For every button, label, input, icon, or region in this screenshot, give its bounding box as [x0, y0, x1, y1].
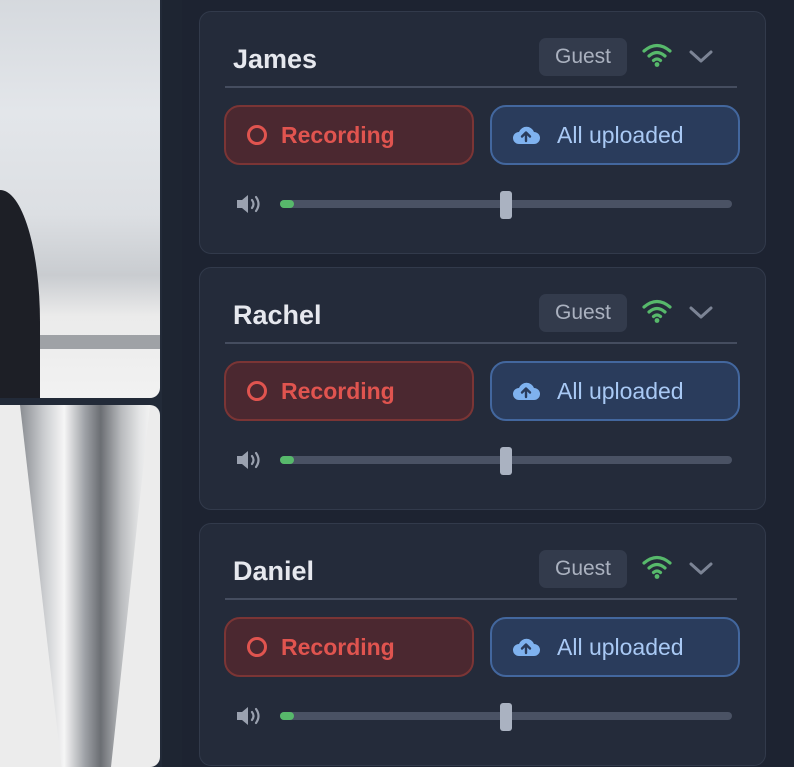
role-badge: Guest: [539, 550, 627, 588]
upload-status-button[interactable]: All uploaded: [490, 105, 740, 165]
chevron-down-icon[interactable]: [687, 302, 715, 322]
participant-name: James: [233, 44, 318, 74]
recording-studio: James Guest Recording All uploaded Rache…: [0, 0, 794, 767]
chevron-down-icon[interactable]: [687, 558, 715, 578]
recording-status-button[interactable]: Recording: [224, 105, 474, 165]
chevron-down-icon[interactable]: [687, 46, 715, 66]
volume-icon[interactable]: [235, 448, 265, 472]
volume-slider[interactable]: [280, 703, 732, 731]
cloud-upload-icon: [513, 126, 540, 144]
participants-panel: James Guest Recording All uploaded Rache…: [182, 0, 794, 767]
panel-divider: [162, 0, 182, 767]
cloud-upload-icon: [513, 638, 540, 656]
volume-slider[interactable]: [280, 447, 732, 475]
video-tile[interactable]: [0, 405, 160, 767]
participant-header: James Guest: [225, 38, 737, 88]
wifi-icon: [642, 555, 672, 579]
participant-header: Daniel Guest: [225, 550, 737, 600]
upload-label: All uploaded: [557, 377, 684, 404]
upload-status-button[interactable]: All uploaded: [490, 617, 740, 677]
video-background: [30, 335, 160, 349]
participant-header: Rachel Guest: [225, 294, 737, 344]
mic-level-meter: [280, 456, 294, 464]
upload-label: All uploaded: [557, 121, 684, 148]
role-badge: Guest: [539, 294, 627, 332]
role-badge: Guest: [539, 38, 627, 76]
mic-level-meter: [280, 200, 294, 208]
participant-name: Daniel: [233, 556, 315, 586]
participant-card: Daniel Guest Recording All uploaded: [199, 523, 766, 766]
volume-slider-handle[interactable]: [500, 447, 512, 475]
record-icon: [247, 381, 267, 401]
recording-status-button[interactable]: Recording: [224, 361, 474, 421]
volume-slider-handle[interactable]: [500, 703, 512, 731]
participant-name: Rachel: [233, 300, 322, 330]
participant-card: Rachel Guest Recording All uploaded: [199, 267, 766, 510]
volume-slider-handle[interactable]: [500, 191, 512, 219]
recording-status-button[interactable]: Recording: [224, 617, 474, 677]
wifi-icon: [642, 299, 672, 323]
wifi-icon: [642, 43, 672, 67]
participant-card: James Guest Recording All uploaded: [199, 11, 766, 254]
video-tile[interactable]: [0, 0, 160, 398]
video-strip: [0, 0, 162, 767]
volume-icon[interactable]: [235, 704, 265, 728]
volume-icon[interactable]: [235, 192, 265, 216]
recording-label: Recording: [281, 121, 395, 148]
recording-label: Recording: [281, 633, 395, 660]
cloud-upload-icon: [513, 382, 540, 400]
recording-label: Recording: [281, 377, 395, 404]
upload-label: All uploaded: [557, 633, 684, 660]
record-icon: [247, 125, 267, 145]
volume-slider[interactable]: [280, 191, 732, 219]
mic-level-meter: [280, 712, 294, 720]
record-icon: [247, 637, 267, 657]
upload-status-button[interactable]: All uploaded: [490, 361, 740, 421]
video-subject: [20, 405, 150, 767]
video-subject: [0, 190, 40, 398]
